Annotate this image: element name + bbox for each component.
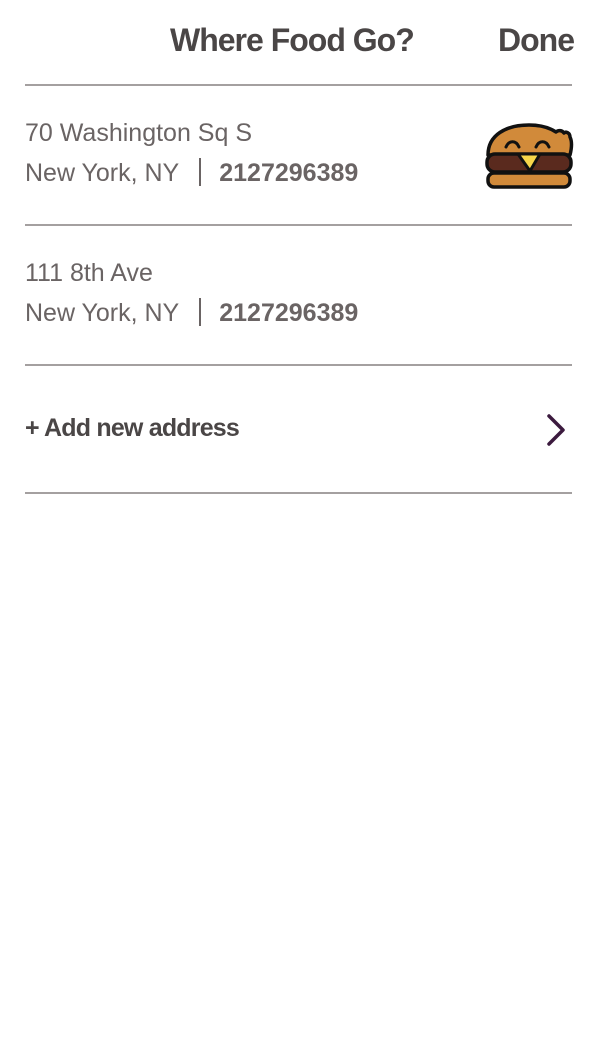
header-bar: Where Food Go? Done <box>0 0 600 84</box>
chevron-right-icon <box>547 414 565 446</box>
address-phone: 2127296389 <box>219 159 359 187</box>
address-street: 111 8th Ave <box>25 259 153 287</box>
address-city-state: New York, NY <box>25 299 180 327</box>
add-new-address-button[interactable]: + Add new address <box>0 366 600 492</box>
address-city-line: New York, NY 2127296389 <box>25 158 358 188</box>
add-new-address-label: + Add new address <box>25 414 240 442</box>
address-list-item[interactable]: 111 8th Ave New York, NY 2127296389 <box>0 226 600 364</box>
burger-icon <box>485 123 574 189</box>
divider <box>25 492 572 494</box>
address-city-state: New York, NY <box>25 159 180 187</box>
address-street: 70 Washington Sq S <box>25 119 252 147</box>
done-button[interactable]: Done <box>498 20 575 60</box>
separator <box>199 298 202 326</box>
separator <box>199 158 202 186</box>
address-city-line: New York, NY 2127296389 <box>25 298 358 328</box>
page-title: Where Food Go? <box>170 22 415 58</box>
address-phone: 2127296389 <box>219 299 359 327</box>
